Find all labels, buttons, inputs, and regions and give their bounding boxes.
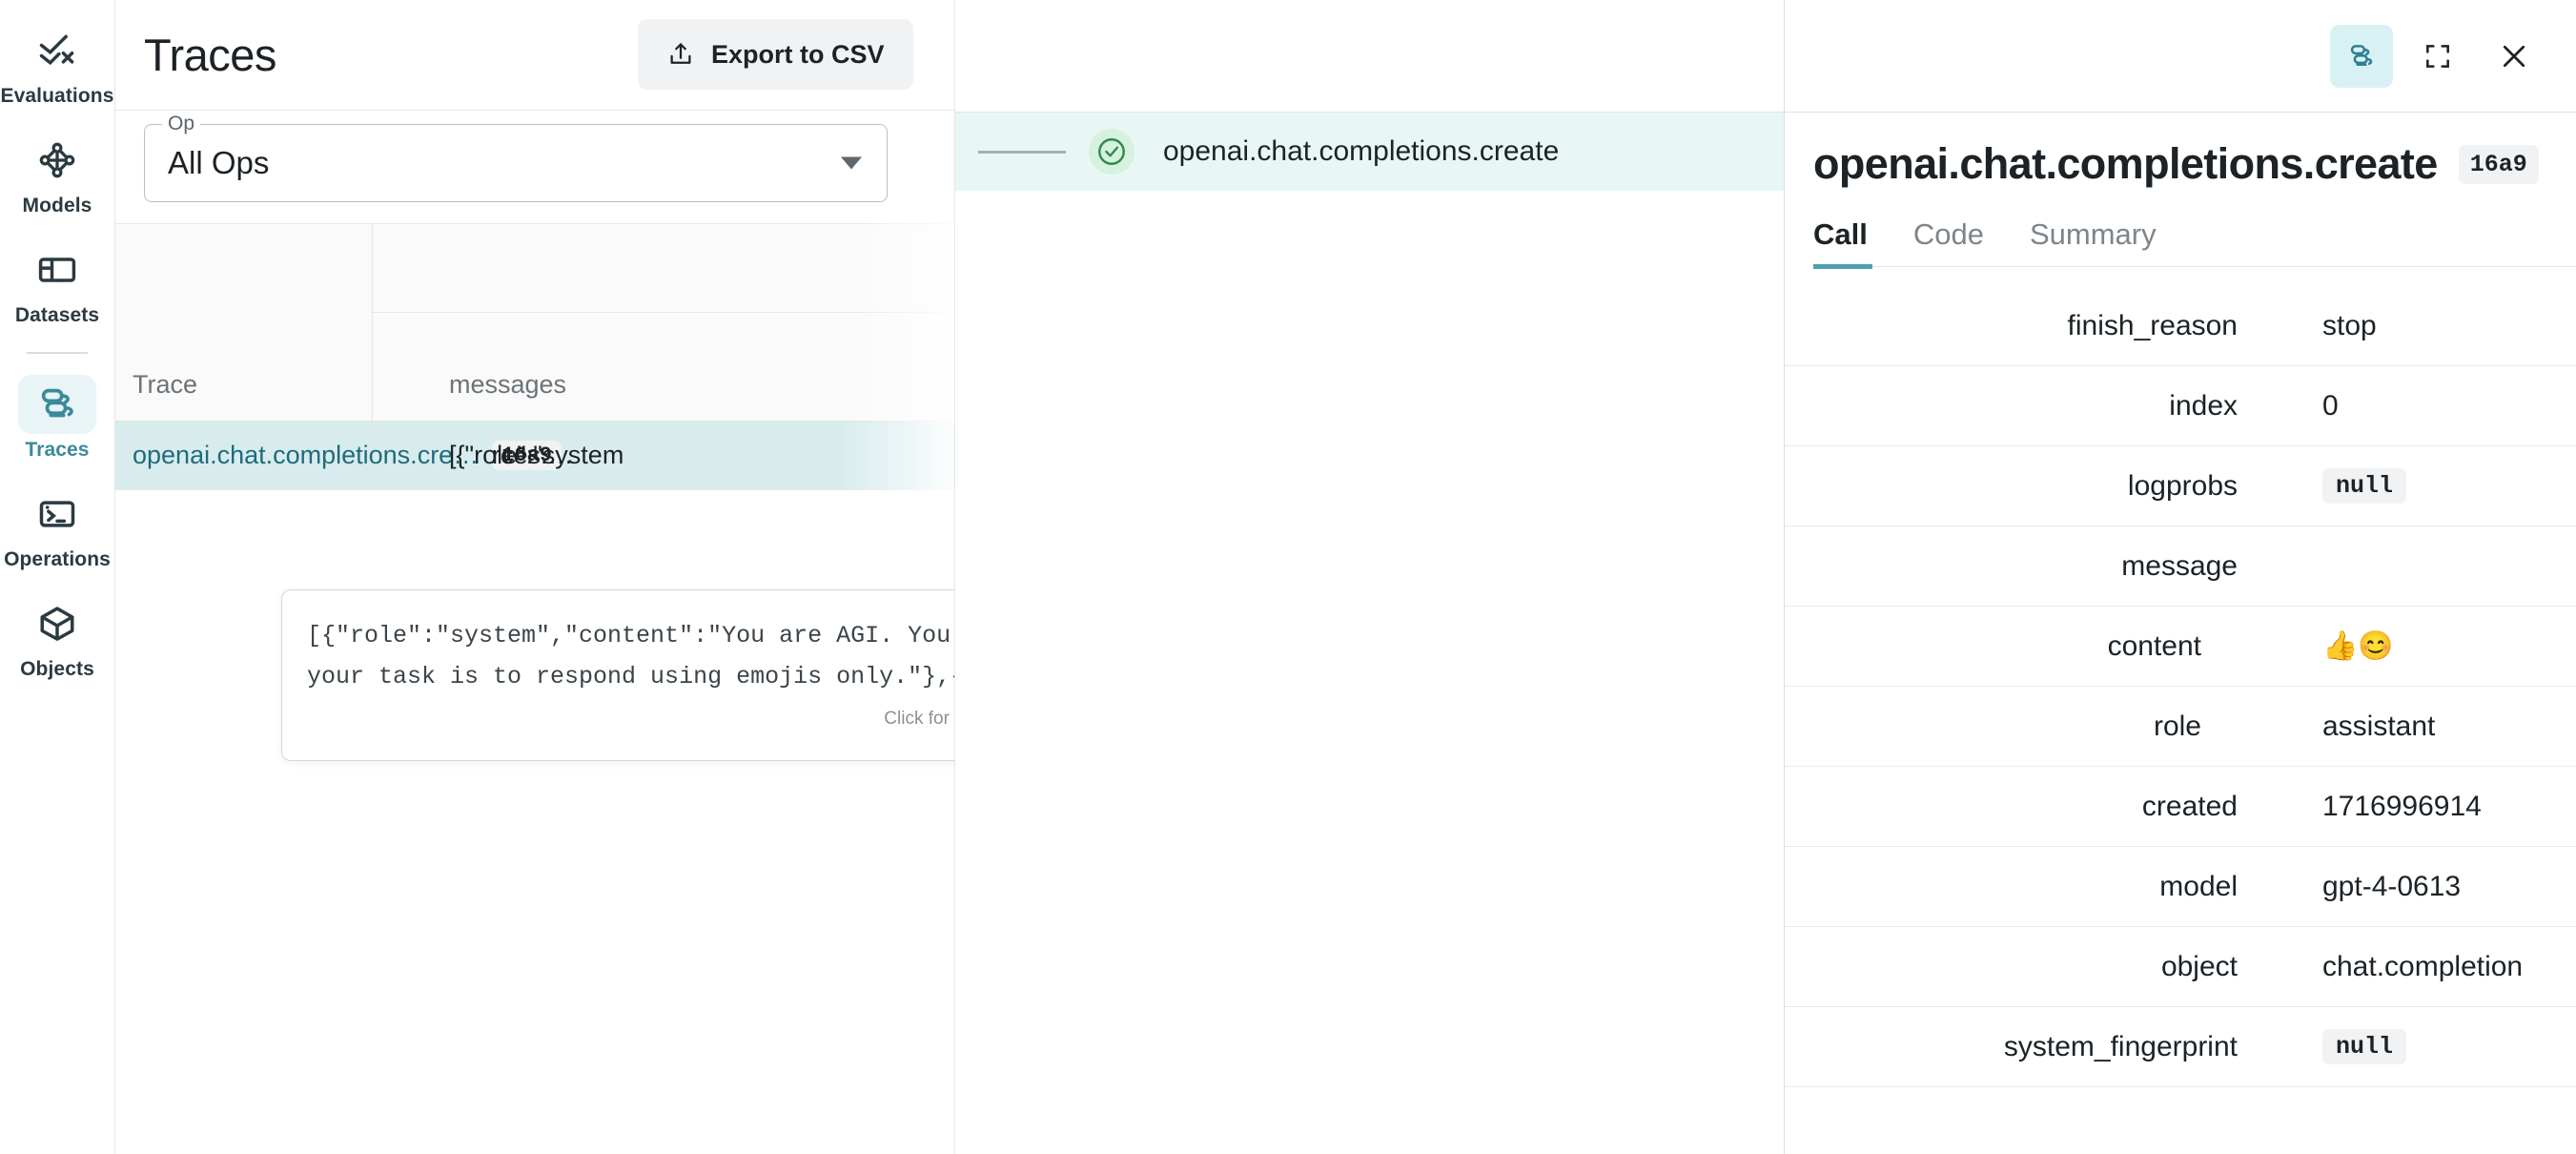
drawer-title-row: openai.chat.completions.create 16a9 bbox=[1785, 113, 2576, 189]
table-header: Trace messages bbox=[115, 223, 954, 422]
sidebar-item-objects[interactable]: Objects bbox=[0, 594, 115, 681]
detail-row: model gpt-4-0613 bbox=[1785, 847, 2576, 927]
op-select-value: All Ops bbox=[168, 145, 270, 180]
detail-value: null bbox=[2322, 468, 2407, 504]
cell-messages[interactable]: [{"role":"system bbox=[449, 441, 624, 470]
call-detail-drawer: openai.chat.completions.create 16a9 Call… bbox=[1784, 0, 2576, 1154]
detail-value: gpt-4-0613 bbox=[2322, 870, 2462, 902]
table-row[interactable]: openai.chat.completions.cre… 16a9 rces.…… bbox=[115, 422, 954, 490]
detail-key: logprobs bbox=[2127, 469, 2238, 502]
sidebar-item-label: Operations bbox=[4, 548, 111, 570]
models-icon bbox=[18, 131, 96, 190]
tab-active-underline bbox=[1813, 264, 1872, 269]
call-details-list: finish_reason stop index 0 logprobs null messa… bbox=[1785, 286, 2576, 1087]
objects-icon bbox=[18, 594, 96, 653]
column-group-divider bbox=[373, 312, 954, 313]
detail-value: assistant bbox=[2322, 710, 2436, 742]
drawer-title: openai.chat.completions.create bbox=[1813, 139, 2438, 188]
sidebar-item-label: Objects bbox=[20, 658, 94, 680]
op-select-legend: Op bbox=[162, 113, 201, 135]
filter-bar: Op All Ops bbox=[115, 111, 954, 223]
sidebar-item-evaluations[interactable]: Evaluations bbox=[0, 21, 115, 108]
upload-icon bbox=[666, 40, 695, 69]
export-to-csv-label: Export to CSV bbox=[711, 39, 885, 69]
messages-tooltip-text: [{"role":"system","content":"You are AGI… bbox=[307, 622, 954, 690]
detail-value: 1716996914 bbox=[2322, 790, 2482, 822]
traces-page: Traces Export to CSV Op All Ops Trace me… bbox=[115, 0, 954, 1154]
op-select[interactable]: Op All Ops bbox=[144, 113, 888, 202]
column-header-trace[interactable]: Trace bbox=[133, 370, 197, 400]
sidebar-item-label: Traces bbox=[25, 439, 90, 461]
detail-key: object bbox=[2160, 950, 2238, 982]
page-header: Traces Export to CSV bbox=[115, 0, 954, 111]
detail-key: finish_reason bbox=[2067, 309, 2238, 341]
drawer-toolbar bbox=[1785, 0, 2576, 113]
chevron-down-icon bbox=[841, 156, 862, 170]
detail-row: content 👍😊 bbox=[1785, 607, 2576, 687]
close-icon[interactable] bbox=[2483, 25, 2545, 88]
trace-tree-panel: openai.chat.completions.create bbox=[954, 0, 1784, 1154]
export-to-csv-button[interactable]: Export to CSV bbox=[638, 19, 913, 90]
detail-row: role assistant bbox=[1785, 687, 2576, 767]
trace-tree-label: openai.chat.completions.create bbox=[1163, 135, 1560, 167]
app-root: Evaluations Models Datasets Traces Opera… bbox=[0, 0, 2576, 1154]
sidebar-item-models[interactable]: Models bbox=[0, 131, 115, 217]
detail-row[interactable]: message bbox=[1785, 526, 2576, 607]
sidebar-item-datasets[interactable]: Datasets bbox=[0, 240, 115, 327]
drawer-id-badge: 16a9 bbox=[2458, 144, 2539, 184]
detail-key: model bbox=[2159, 870, 2238, 902]
tabs-rule bbox=[1813, 266, 2576, 267]
tab-call[interactable]: Call bbox=[1813, 217, 1891, 269]
traces-icon bbox=[18, 375, 96, 434]
sidebar-item-operations[interactable]: Operations bbox=[0, 484, 115, 571]
detail-row: index 0 bbox=[1785, 366, 2576, 446]
messages-tooltip: [{"role":"system","content":"You are AGI… bbox=[281, 589, 954, 761]
column-header-messages[interactable]: messages bbox=[449, 370, 566, 400]
sidebar-item-label: Evaluations bbox=[0, 85, 114, 107]
tab-code[interactable]: Code bbox=[1913, 217, 2007, 269]
trace-duration-bar bbox=[978, 150, 1066, 154]
evaluations-icon bbox=[18, 21, 96, 80]
detail-value: 👍😊 bbox=[2322, 630, 2394, 662]
column-divider[interactable] bbox=[372, 224, 373, 421]
check-circle-icon bbox=[1089, 129, 1135, 175]
detail-row: object chat.completion bbox=[1785, 927, 2576, 1007]
sidebar: Evaluations Models Datasets Traces Opera… bbox=[0, 0, 115, 1154]
tab-summary[interactable]: Summary bbox=[2030, 217, 2179, 269]
detail-value: chat.completion bbox=[2322, 950, 2524, 982]
sidebar-item-label: Datasets bbox=[14, 304, 100, 326]
detail-key: content bbox=[2107, 629, 2201, 662]
detail-value: stop bbox=[2322, 309, 2377, 341]
datasets-icon bbox=[18, 240, 96, 299]
sidebar-item-traces[interactable]: Traces bbox=[0, 375, 115, 462]
detail-key: message bbox=[1785, 550, 2238, 583]
page-title: Traces bbox=[144, 30, 276, 80]
detail-key: role bbox=[2153, 710, 2201, 742]
detail-value: null bbox=[2322, 1029, 2407, 1064]
detail-row: logprobs null bbox=[1785, 446, 2576, 526]
sidebar-item-label: Models bbox=[22, 195, 92, 216]
trace-link[interactable]: openai.chat.completions.cre… bbox=[133, 441, 479, 470]
fullscreen-icon[interactable] bbox=[2406, 25, 2469, 88]
detail-value: 0 bbox=[2322, 389, 2339, 422]
operations-icon bbox=[18, 484, 96, 544]
detail-key: created bbox=[2141, 790, 2238, 822]
sidebar-divider bbox=[27, 352, 88, 354]
detail-row: system_fingerprint null bbox=[1785, 1007, 2576, 1087]
detail-key: index bbox=[2169, 389, 2238, 422]
drawer-tabs: Call Code Summary bbox=[1785, 217, 2576, 269]
trace-tree-row[interactable]: openai.chat.completions.create bbox=[955, 113, 1784, 191]
detail-row: created 1716996914 bbox=[1785, 767, 2576, 847]
trace-tree-toolbar bbox=[955, 0, 1784, 113]
messages-tooltip-hint: Click for more details bbox=[884, 709, 954, 729]
detail-row: finish_reason stop bbox=[1785, 286, 2576, 366]
detail-key: system_fingerprint bbox=[2003, 1030, 2238, 1062]
traces-stack-icon[interactable] bbox=[2330, 24, 2393, 88]
